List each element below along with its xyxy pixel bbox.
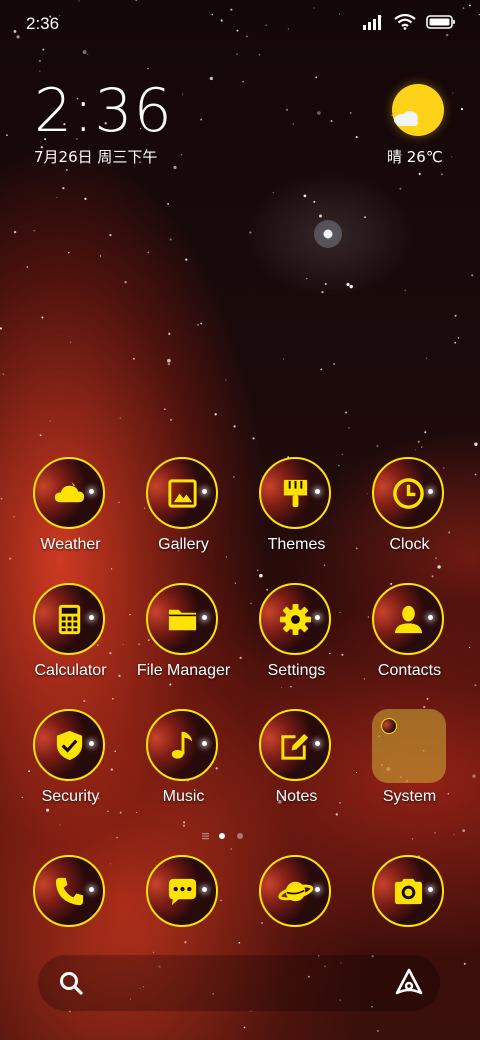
shield-check-icon — [56, 730, 83, 761]
app-label: Notes — [275, 788, 318, 805]
weather-icon — [54, 481, 85, 503]
app-label: Gallery — [158, 536, 209, 553]
themes-brush-icon — [283, 479, 308, 508]
app-label: System — [382, 788, 437, 805]
app-label: Themes — [267, 536, 326, 553]
app-label: Settings — [267, 662, 326, 679]
calculator-icon — [58, 604, 81, 635]
page-indicator[interactable] — [200, 830, 280, 842]
app-music[interactable]: Music — [127, 709, 240, 835]
app-label: Calculator — [34, 662, 107, 679]
app-calculator[interactable]: Calculator — [14, 583, 127, 709]
search-bar[interactable] — [38, 955, 440, 1011]
clock-icon — [393, 478, 424, 509]
folder-system-box — [372, 709, 446, 783]
person-icon — [394, 605, 423, 634]
camera-icon — [394, 878, 423, 905]
app-label: Security — [41, 788, 100, 805]
folder-icon — [168, 609, 197, 631]
app-settings[interactable]: Settings — [240, 583, 353, 709]
status-bar: 2:36 — [0, 0, 480, 48]
app-notes[interactable]: Notes — [240, 709, 353, 835]
status-time: 2:36 — [26, 14, 60, 33]
folder-mini-app-icon — [381, 718, 397, 734]
page-indicator-menu-icon — [202, 833, 209, 840]
message-icon — [168, 878, 197, 906]
wifi-icon — [394, 14, 416, 30]
app-security[interactable]: Security — [14, 709, 127, 835]
app-contacts[interactable]: Contacts — [353, 583, 466, 709]
music-note-icon — [171, 731, 193, 759]
app-label: File Manager — [136, 662, 231, 679]
weather-text: 晴 26℃ — [387, 148, 443, 166]
app-grid: Weather Gallery Themes Clock Calculator … — [14, 457, 466, 835]
phone-icon — [55, 877, 84, 906]
folder-system[interactable]: System — [353, 709, 466, 835]
gear-icon — [279, 603, 312, 636]
battery-icon — [426, 15, 455, 29]
edit-note-icon — [281, 733, 309, 760]
app-gallery[interactable]: Gallery — [127, 457, 240, 583]
signal-icon — [363, 15, 381, 30]
app-themes[interactable]: Themes — [240, 457, 353, 583]
gallery-icon — [168, 479, 197, 508]
app-label: Contacts — [377, 662, 442, 679]
app-label: Music — [162, 788, 205, 805]
weather-widget[interactable]: 晴 26℃ — [384, 82, 464, 166]
clock-widget-date[interactable]: 7月26日 周三下午 — [34, 146, 157, 167]
app-label: Clock — [389, 536, 430, 553]
app-label: Weather — [40, 536, 101, 553]
app-clock[interactable]: Clock — [353, 457, 466, 583]
planet-browser-icon — [278, 881, 313, 902]
cloud-icon — [394, 111, 418, 126]
app-weather[interactable]: Weather — [14, 457, 127, 583]
clock-widget-time[interactable]: 2:36 — [34, 76, 173, 146]
search-icon[interactable] — [58, 970, 84, 996]
app-file-manager[interactable]: File Manager — [127, 583, 240, 709]
assistant-icon[interactable] — [394, 967, 424, 997]
